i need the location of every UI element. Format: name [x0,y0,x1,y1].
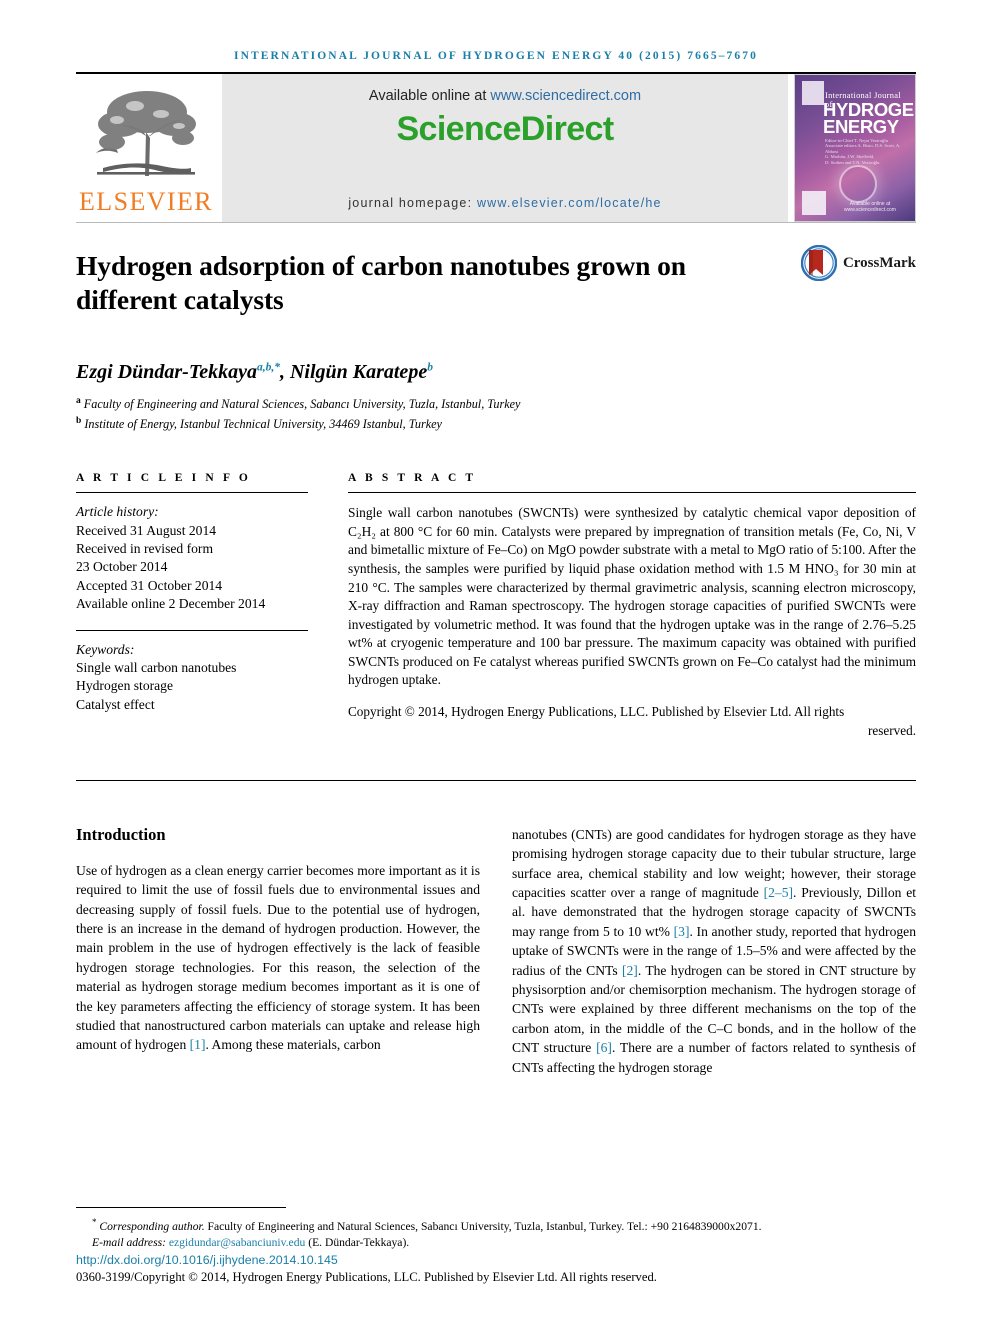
body-column-right: nanotubes (CNTs) are good candidates for… [512,825,916,1077]
journal-homepage-url[interactable]: www.elsevier.com/locate/he [477,196,662,210]
citation-ref[interactable]: [1] [190,1037,206,1052]
intro-paragraph-left: Use of hydrogen as a clean energy carrie… [76,861,480,1055]
article-page: International Journal of Hydrogen Energy… [0,0,992,1323]
sciencedirect-url-link[interactable]: www.sciencedirect.com [490,88,641,104]
abstract-rule [348,492,916,494]
affiliation-b-text: Institute of Energy, Istanbul Technical … [84,416,442,431]
history-item: 23 October 2014 [76,559,168,575]
corresponding-author-label: Corresponding author. [99,1220,205,1234]
body-column-left: Introduction Use of hydrogen as a clean … [76,825,480,1077]
elsevier-wordmark: ELSEVIER [79,187,213,216]
keyword-item: Hydrogen storage [76,678,174,694]
email-label: E-mail address: [92,1235,169,1249]
history-item: Available online 2 December 2014 [76,596,266,612]
email-note: E-mail address: ezgidundar@sabanciuniv.e… [76,1235,916,1250]
citation-ref[interactable]: [3] [674,924,690,939]
sciencedirect-banner: Available online at www.sciencedirect.co… [222,74,788,222]
cover-editors: Editor-in-Chief T. Nejat Veziroğlu Assoc… [825,138,901,165]
abstract-heading: A B S T R A C T [348,472,477,485]
journal-cover-thumbnail: International Journal of HYDROGEN ENERGY… [794,74,916,222]
journal-homepage-label: journal homepage: [348,196,477,210]
title-area: Hydrogen adsorption of carbon nanotubes … [76,223,916,432]
email-suffix: (E. Dündar-Tekkaya). [305,1235,410,1249]
issn-copyright-line: 0360-3199/Copyright © 2014, Hydrogen Ene… [76,1270,657,1284]
abstract-bottom-rule [76,779,916,781]
crossmark-badge[interactable]: CrossMark [800,245,916,281]
abstract-copyright-text: Copyright © 2014, Hydrogen Energy Public… [348,704,845,720]
cover-ring-graphic [839,165,877,203]
citation-ref[interactable]: [2] [622,963,638,978]
keyword-item: Catalyst effect [76,696,155,712]
affiliation-a: a Faculty of Engineering and Natural Sci… [76,393,916,413]
affiliation-b: b Institute of Energy, Istanbul Technica… [76,413,916,433]
running-head: International Journal of Hydrogen Energy… [234,50,758,62]
article-history: Article history: Received 31 August 2014… [76,503,308,613]
intro-left-tail: . Among these materials, carbon [205,1037,381,1053]
journal-homepage-line: journal homepage: www.elsevier.com/locat… [222,196,788,210]
doi-link[interactable]: http://dx.doi.org/10.1016/j.ijhydene.201… [76,1253,916,1267]
author-1-affiliation-marks: a,b,* [256,361,280,374]
elsevier-tree-icon [96,91,196,176]
article-body: Introduction Use of hydrogen as a clean … [76,825,916,1077]
email-link[interactable]: ezgidundar@sabanciuniv.edu [169,1236,305,1249]
history-item: Received 31 August 2014 [76,522,217,538]
section-heading-introduction: Introduction [76,824,166,844]
keywords-rule [76,629,308,631]
citation-ref[interactable]: [6] [596,1040,612,1055]
elsevier-logo: ELSEVIER [76,74,216,222]
footnote-rule [76,1207,286,1209]
affiliation-a-mark: a [76,396,81,406]
article-info-column: A R T I C L E I N F O Article history: R… [76,472,308,754]
affiliations: a Faculty of Engineering and Natural Sci… [76,393,916,432]
info-abstract-block: A R T I C L E I N F O Article history: R… [76,472,916,754]
article-info-heading: A R T I C L E I N F O [76,472,251,485]
affiliation-a-text: Faculty of Engineering and Natural Scien… [83,397,521,412]
available-online-line: Available online at www.sciencedirect.co… [369,88,641,104]
corresponding-author-text: Faculty of Engineering and Natural Scien… [204,1220,762,1234]
history-item: Received in revised form [76,540,214,556]
abstract-text: Single wall carbon nanotubes (SWCNTs) we… [348,505,916,688]
intro-paragraph-right: nanotubes (CNTs) are good candidates for… [512,825,916,1077]
keyword-item: Single wall carbon nanotubes [76,659,237,675]
page-title: Hydrogen adsorption of carbon nanotubes … [76,250,686,315]
abstract-copyright-tail: reserved. [868,723,916,739]
article-info-rule [76,492,308,494]
masthead: ELSEVIER Available online at www.science… [76,74,916,222]
cover-line-energy: ENERGY [823,116,899,137]
abstract-copyright: Copyright © 2014, Hydrogen Energy Public… [348,703,916,740]
crossmark-label: CrossMark [842,254,916,271]
abstract-column: A B S T R A C T Single wall carbon nanot… [348,472,916,754]
author-2-affiliation-marks: b [427,361,433,374]
author-list: Ezgi Dündar-Tekkayaa,b,*, Nilgün Karatep… [76,361,916,384]
corresponding-author-star: * [92,1217,97,1228]
article-history-label: Article history: [76,504,159,520]
history-item: Accepted 31 October 2014 [76,577,223,593]
page-footer: * Corresponding author. Faculty of Engin… [76,1207,916,1285]
intro-left-text: Use of hydrogen as a clean energy carrie… [76,862,480,1053]
keywords-block: Keywords: Single wall carbon nanotubes H… [76,641,308,715]
available-online-prefix: Available online at [368,88,491,104]
cover-elsevier-mark-icon [802,81,824,105]
author-2: , Nilgün Karatepe [279,361,428,383]
corresponding-author-note: * Corresponding author. Faculty of Engin… [76,1215,916,1234]
author-1: Ezgi Dündar-Tekkaya [76,361,257,383]
sciencedirect-wordmark: ScienceDirect [396,110,614,148]
crossmark-icon [800,245,837,281]
cover-footer-text: Available online at www.sciencedirect.co… [844,201,896,213]
affiliation-b-mark: b [76,415,82,426]
cover-ihe-logo-icon [802,191,826,215]
citation-ref[interactable]: [2–5] [764,885,793,900]
keywords-label: Keywords: [76,641,135,657]
